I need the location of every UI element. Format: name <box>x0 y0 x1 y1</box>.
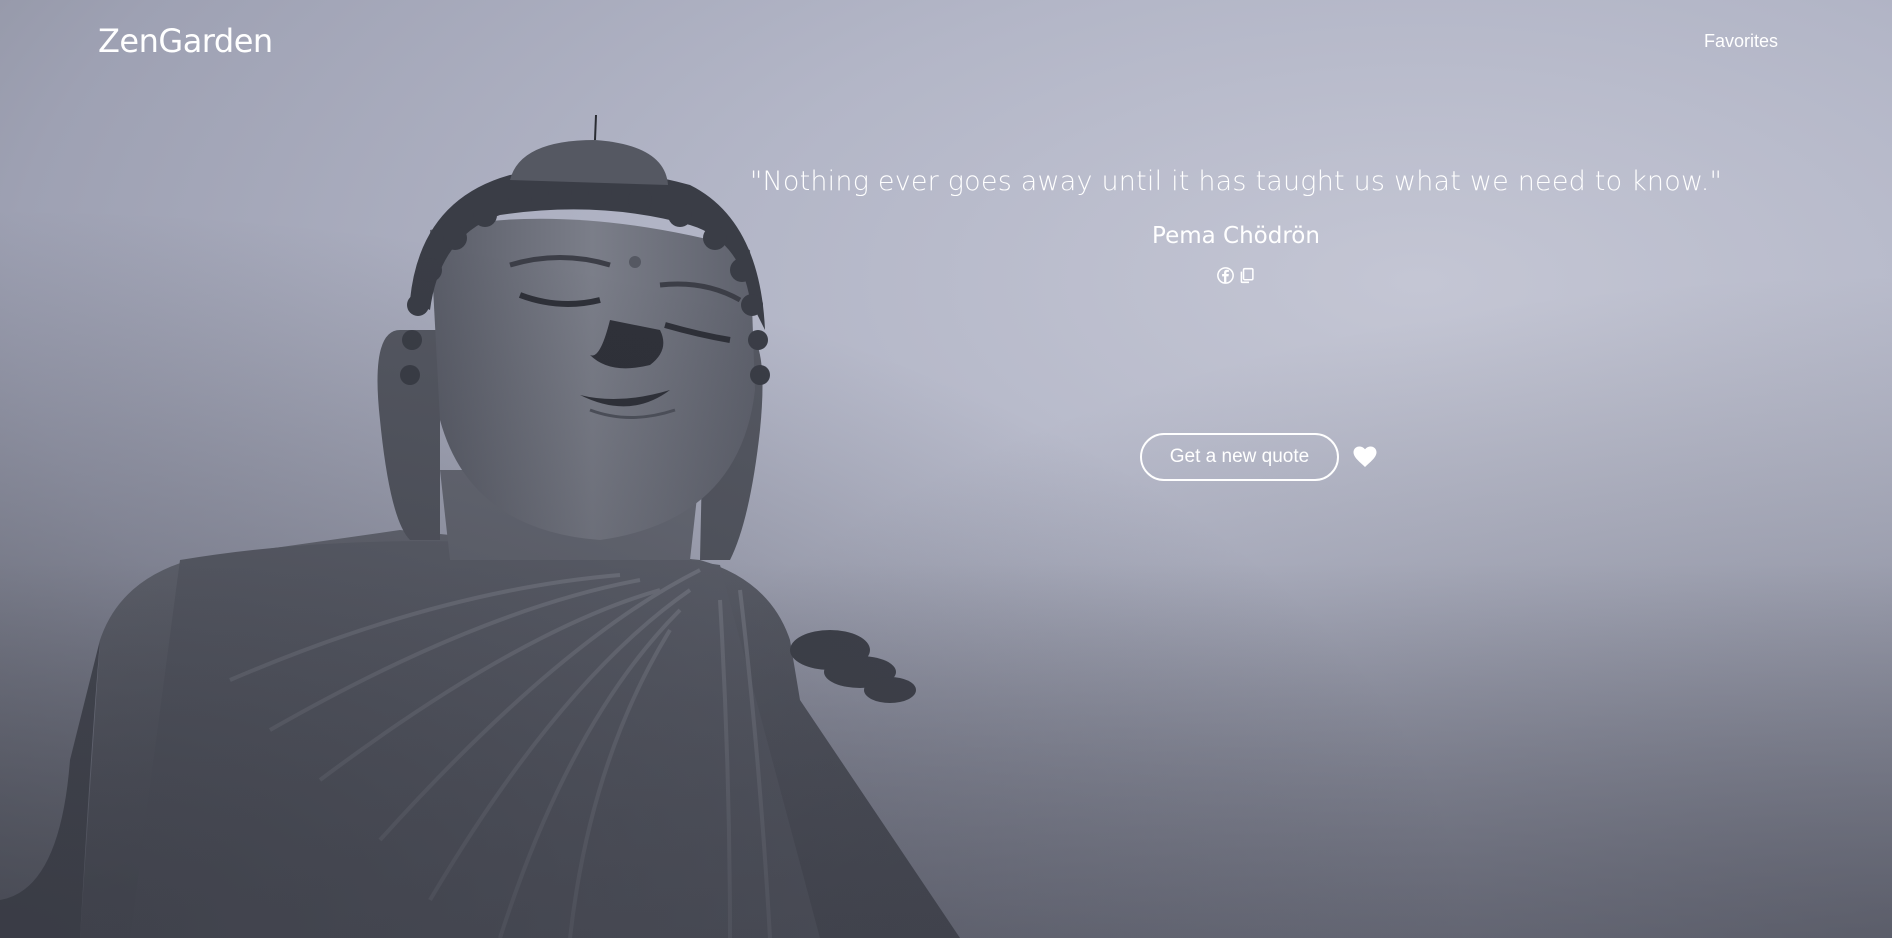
quote-actions: Get a new quote <box>1140 433 1377 481</box>
background-vignette <box>0 0 1892 938</box>
facebook-icon[interactable] <box>1217 267 1234 284</box>
brand-logo-link[interactable]: ZenGarden <box>98 22 273 60</box>
quote-text: "Nothing ever goes away until it has tau… <box>749 166 1723 197</box>
page: ZenGarden Favorites "Nothing ever goes a… <box>0 0 1892 938</box>
quote-block: "Nothing ever goes away until it has tau… <box>636 166 1836 284</box>
copy-icon[interactable] <box>1238 267 1255 284</box>
quote-author: Pema Chödrön <box>1152 223 1320 249</box>
nav-favorites-link[interactable]: Favorites <box>1704 31 1778 52</box>
share-row <box>636 267 1836 284</box>
new-quote-button[interactable]: Get a new quote <box>1140 433 1339 481</box>
heart-icon[interactable] <box>1353 446 1377 468</box>
